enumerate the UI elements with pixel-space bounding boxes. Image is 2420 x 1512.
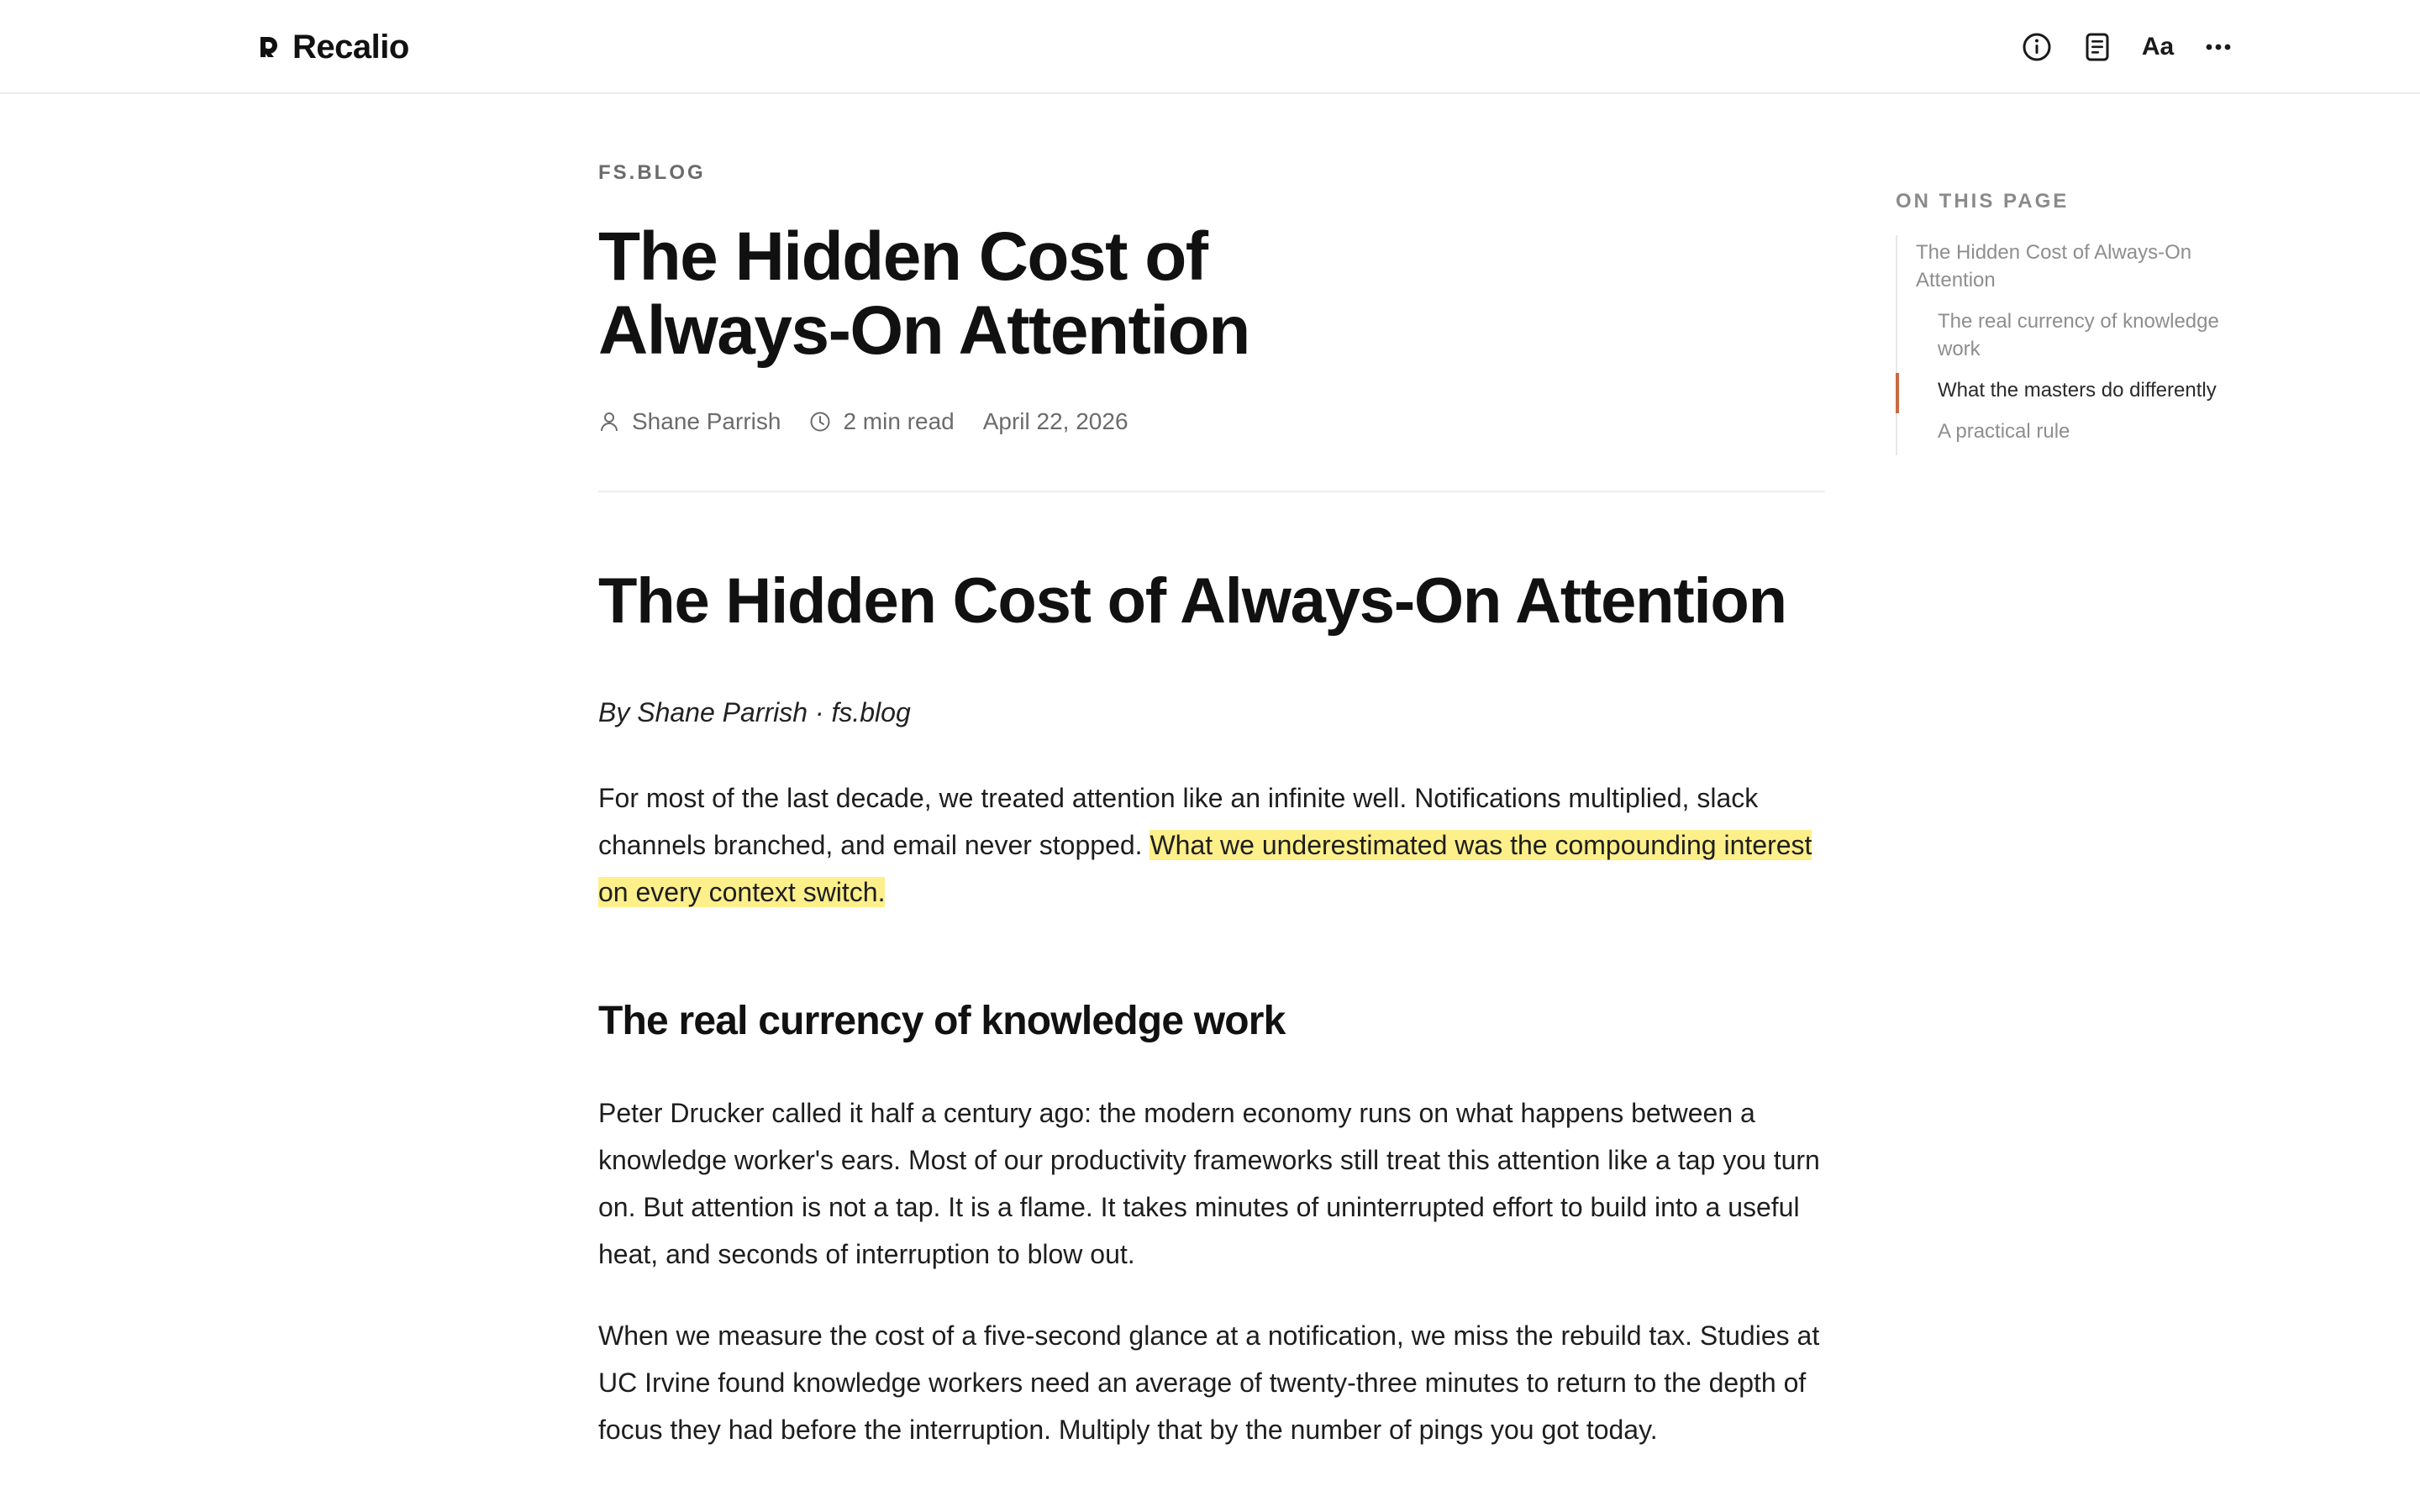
paragraph-intro: For most of the last decade, we treated …	[598, 774, 1825, 916]
article-title: The Hidden Cost of Always-On Attention	[598, 218, 1250, 369]
clock-icon	[810, 412, 830, 432]
toc-item-masters[interactable]: What the masters do differently	[1896, 373, 2250, 414]
author-name: Shane Parrish	[632, 408, 781, 434]
paragraph: When we measure the cost of a five-secon…	[598, 1320, 1820, 1445]
reader-mode-button[interactable]	[2074, 24, 2121, 71]
article-source[interactable]: FS.BLOG	[598, 161, 706, 185]
section-heading-real-currency: The real currency of knowledge work	[598, 999, 1286, 1043]
toc-item-hidden-cost[interactable]: The Hidden Cost of Always-On Attention	[1897, 235, 2250, 304]
font-settings-button[interactable]: Aa	[2134, 24, 2181, 71]
person-icon	[601, 412, 618, 432]
header-divider	[598, 491, 1825, 492]
toc-heading: ON THIS PAGE	[1896, 190, 2070, 213]
toc-item-practical-rule[interactable]: A practical rule	[1897, 414, 2250, 455]
article-meta: Shane Parrish 2 min read April 22, 2026	[598, 405, 1128, 438]
more-button[interactable]	[2195, 24, 2242, 71]
read-time-text: 2 min read	[843, 408, 955, 434]
paragraph: Peter Drucker called it half a century a…	[598, 1098, 1820, 1269]
info-button[interactable]	[2013, 24, 2060, 71]
ellipsis-icon	[2206, 44, 2231, 50]
publish-date: April 22, 2026	[982, 408, 1128, 434]
toolbar: Aa	[0, 24, 2420, 71]
body-heading: The Hidden Cost of Always-On Attention	[598, 565, 1787, 637]
document-icon	[2086, 33, 2109, 61]
toc-list: The Hidden Cost of Always-On Attention T…	[1896, 235, 2250, 455]
byline: By Shane Parrish · fs.blog	[598, 697, 911, 727]
info-circle-icon	[2023, 33, 2051, 61]
read-time: 2 min read	[809, 408, 955, 435]
author: Shane Parrish	[598, 408, 781, 435]
top-bar: Recalio Aa	[0, 0, 2420, 94]
toc-item-real-currency[interactable]: The real currency of knowledge work	[1897, 304, 2250, 373]
